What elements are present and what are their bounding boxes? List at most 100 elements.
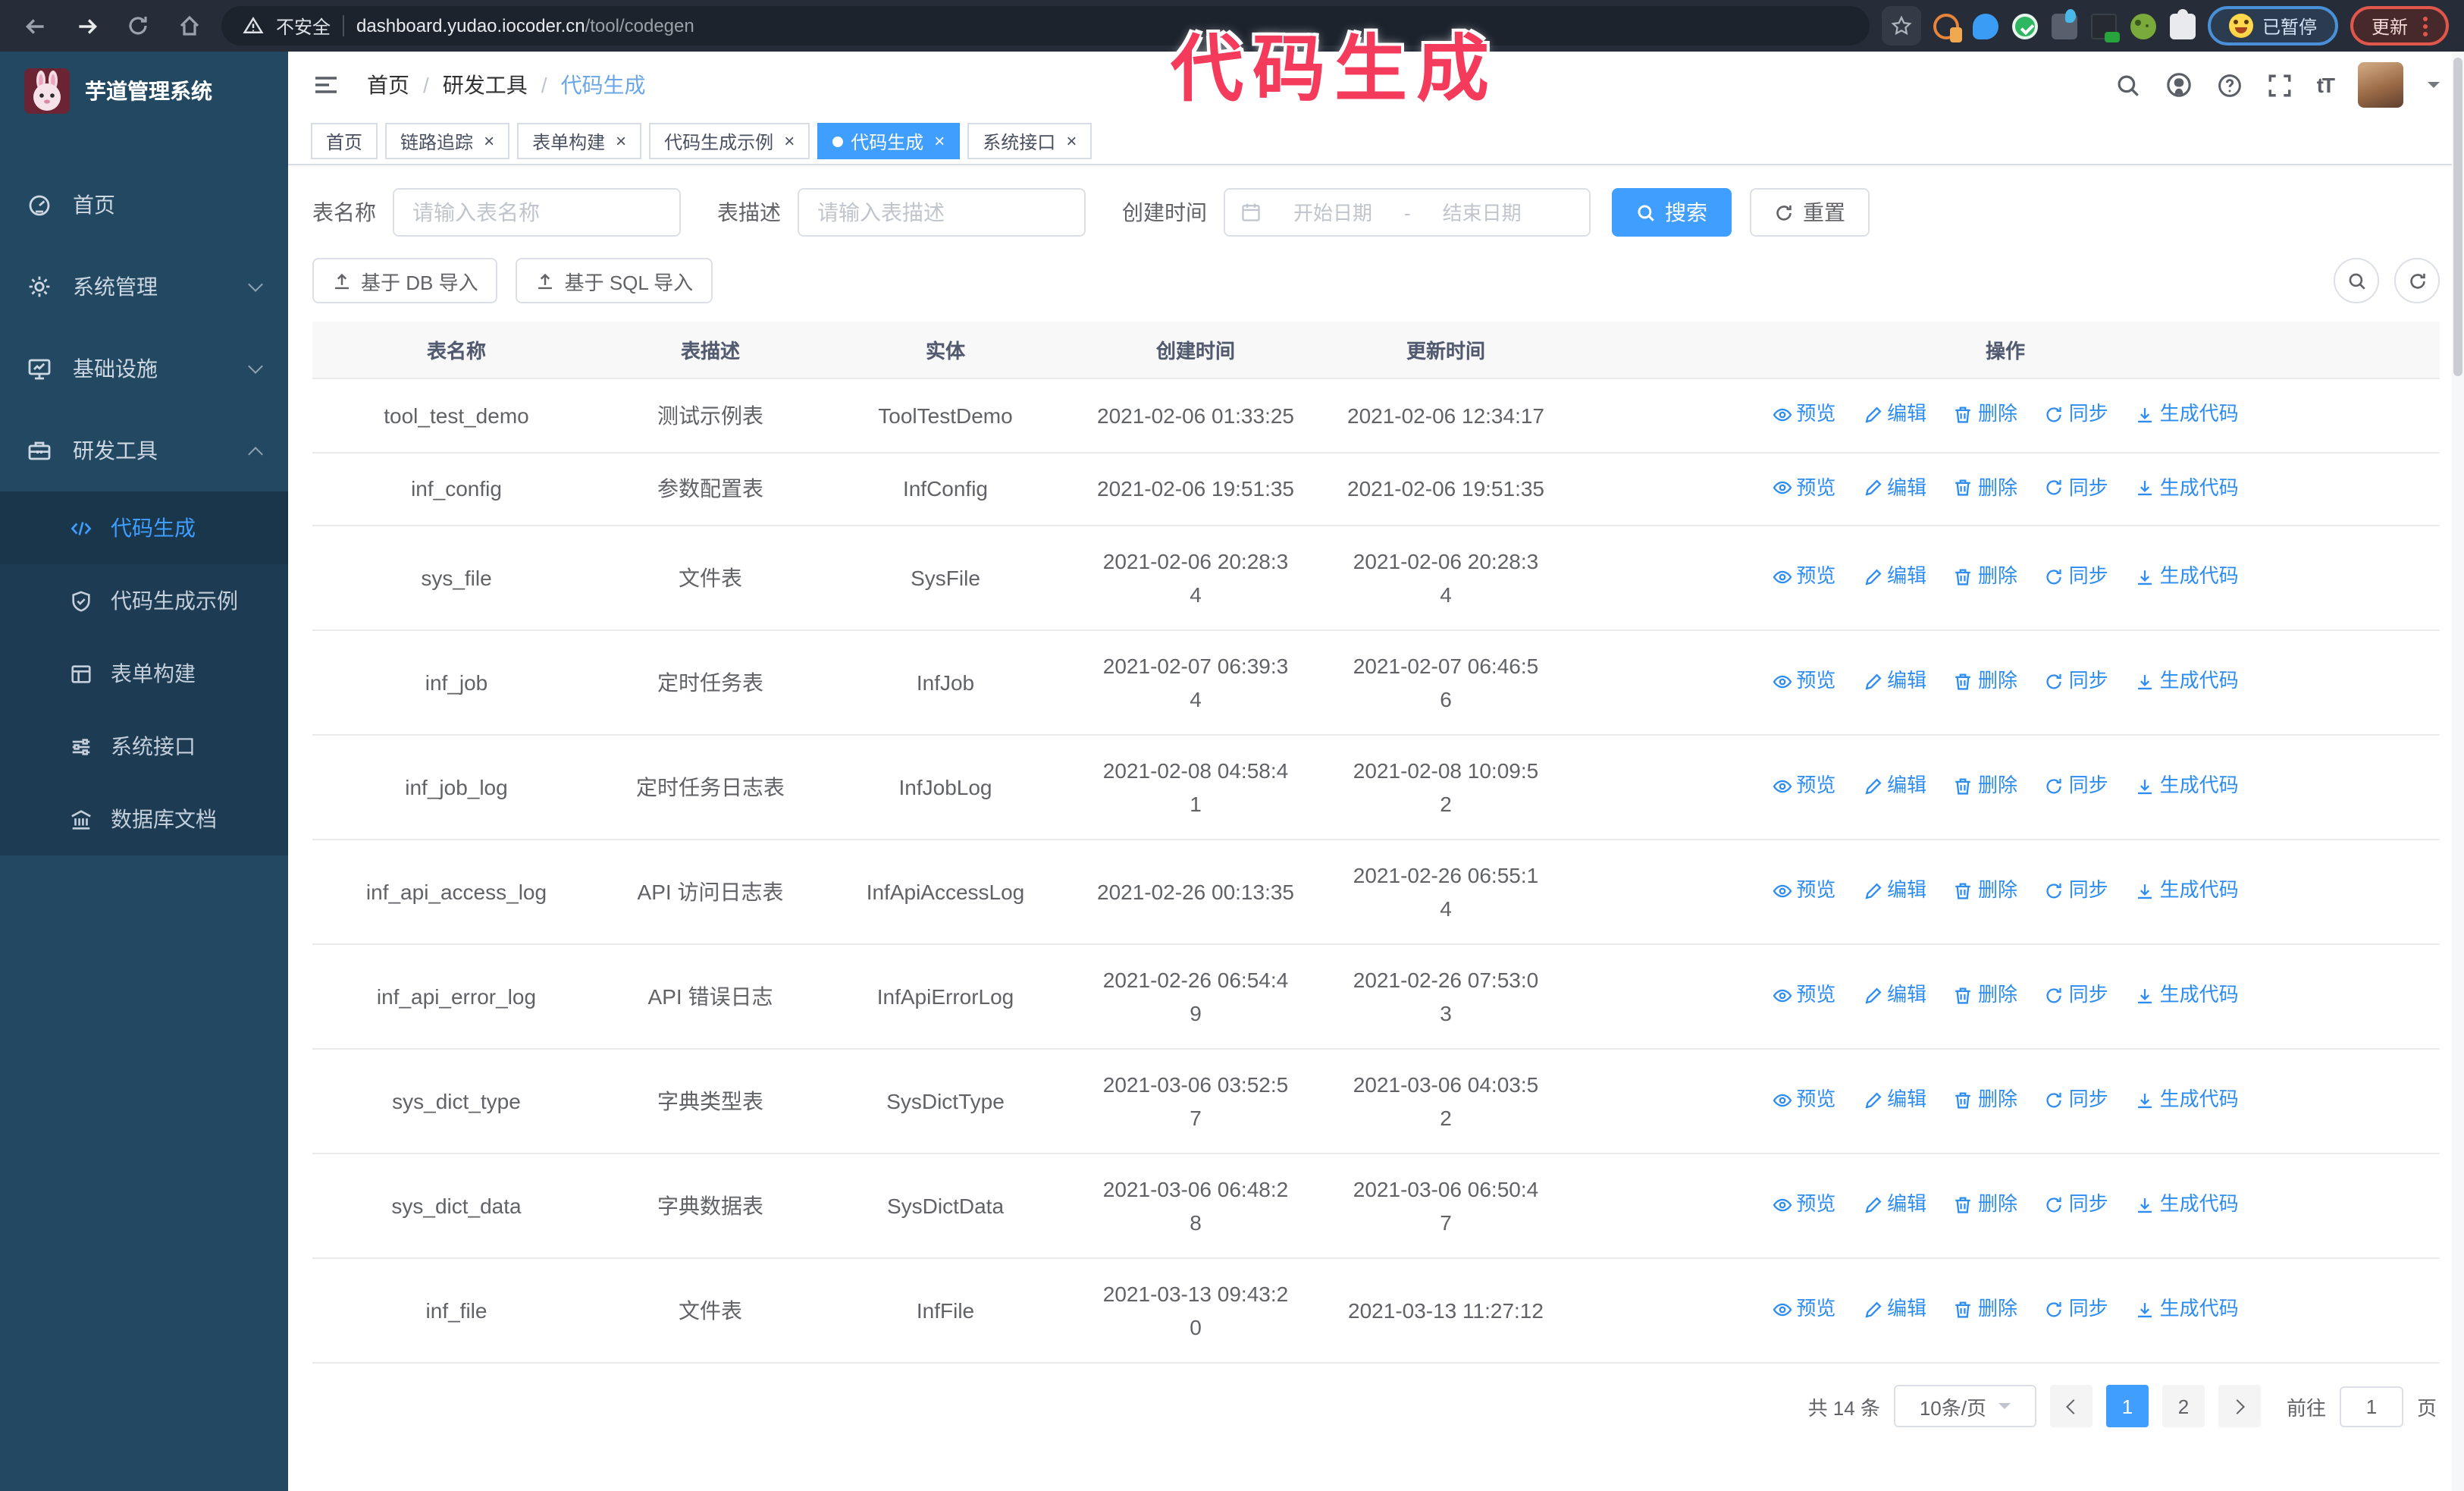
reset-button[interactable]: 重置 <box>1750 188 1870 237</box>
preview-link[interactable]: 预览 <box>1772 1084 1835 1117</box>
sync-link[interactable]: 同步 <box>2045 397 2108 431</box>
generate-code-link[interactable]: 生成代码 <box>2136 1293 2239 1326</box>
browser-reload-icon[interactable] <box>118 6 158 46</box>
generate-code-link[interactable]: 生成代码 <box>2136 1084 2239 1117</box>
generate-code-link[interactable]: 生成代码 <box>2136 397 2239 431</box>
next-page-button[interactable] <box>2218 1385 2261 1427</box>
sync-link[interactable]: 同步 <box>2045 874 2108 908</box>
close-icon[interactable] <box>934 132 945 150</box>
sync-link[interactable]: 同步 <box>2045 1293 2108 1326</box>
edit-link[interactable]: 编辑 <box>1863 560 1926 594</box>
table-name-input[interactable] <box>393 188 681 237</box>
page-button-1[interactable]: 1 <box>2105 1385 2149 1427</box>
tab-codegen-example[interactable]: 代码生成示例 <box>649 123 810 159</box>
avatar[interactable] <box>2358 62 2403 108</box>
preview-link[interactable]: 预览 <box>1772 979 1835 1012</box>
sidebar-logo-row[interactable]: 芋道管理系统 <box>0 52 288 130</box>
address-bar[interactable]: 不安全 dashboard.yudao.iocoder.cn/tool/code… <box>221 6 1870 46</box>
delete-link[interactable]: 删除 <box>1954 471 2017 504</box>
sync-link[interactable]: 同步 <box>2045 979 2108 1012</box>
sync-link[interactable]: 同步 <box>2045 471 2108 504</box>
import-sql-button[interactable]: 基于 SQL 导入 <box>516 258 713 303</box>
edit-link[interactable]: 编辑 <box>1863 471 1926 504</box>
end-date-input[interactable] <box>1419 201 1544 224</box>
sidebar-item-infra[interactable]: 基础设施 <box>0 328 288 410</box>
tab-home[interactable]: 首页 <box>311 123 378 159</box>
edit-link[interactable]: 编辑 <box>1863 1084 1926 1117</box>
sync-link[interactable]: 同步 <box>2045 770 2108 803</box>
github-icon[interactable] <box>2165 71 2193 99</box>
font-size-icon[interactable]: tT <box>2317 73 2335 97</box>
edit-link[interactable]: 编辑 <box>1863 1293 1926 1326</box>
generate-code-link[interactable]: 生成代码 <box>2136 560 2239 594</box>
paused-badge[interactable]: 已暂停 <box>2207 6 2338 46</box>
extension-on-badge-icon[interactable] <box>2090 13 2120 42</box>
browser-update-button[interactable]: 更新 <box>2350 6 2449 46</box>
close-icon[interactable] <box>616 132 626 150</box>
page-button-2[interactable]: 2 <box>2161 1385 2205 1427</box>
preview-link[interactable]: 预览 <box>1772 665 1835 698</box>
edit-link[interactable]: 编辑 <box>1863 770 1926 803</box>
generate-code-link[interactable]: 生成代码 <box>2136 471 2239 504</box>
preview-link[interactable]: 预览 <box>1772 770 1835 803</box>
preview-link[interactable]: 预览 <box>1772 1188 1835 1222</box>
edit-link[interactable]: 编辑 <box>1863 665 1926 698</box>
delete-link[interactable]: 删除 <box>1954 1293 2017 1326</box>
delete-link[interactable]: 删除 <box>1954 1188 2017 1222</box>
preview-link[interactable]: 预览 <box>1772 471 1835 504</box>
browser-home-icon[interactable] <box>170 6 209 46</box>
delete-link[interactable]: 删除 <box>1954 770 2017 803</box>
generate-code-link[interactable]: 生成代码 <box>2136 665 2239 698</box>
delete-link[interactable]: 删除 <box>1954 665 2017 698</box>
import-db-button[interactable]: 基于 DB 导入 <box>312 258 498 303</box>
scrollbar-thumb[interactable] <box>2453 58 2462 376</box>
page-scrollbar[interactable] <box>2452 52 2464 1491</box>
sync-link[interactable]: 同步 <box>2045 665 2108 698</box>
sidebar-item-system[interactable]: 系统管理 <box>0 246 288 328</box>
delete-link[interactable]: 删除 <box>1954 397 2017 431</box>
extension-orange-icon[interactable] <box>1933 13 1962 42</box>
sidebar-item-form-builder[interactable]: 表单构建 <box>0 637 288 710</box>
sidebar-item-devtools[interactable]: 研发工具 <box>0 410 288 491</box>
sync-link[interactable]: 同步 <box>2045 1084 2108 1117</box>
breadcrumb-home[interactable]: 首页 <box>367 70 409 100</box>
tab-tracing[interactable]: 链路追踪 <box>385 123 510 159</box>
goto-page-input[interactable] <box>2339 1386 2403 1427</box>
sidebar-item-codegen-example[interactable]: 代码生成示例 <box>0 564 288 637</box>
edit-link[interactable]: 编辑 <box>1863 397 1926 431</box>
generate-code-link[interactable]: 生成代码 <box>2136 770 2239 803</box>
search-icon[interactable] <box>2115 72 2141 98</box>
delete-link[interactable]: 删除 <box>1954 560 2017 594</box>
help-icon[interactable] <box>2217 72 2243 98</box>
hamburger-icon[interactable] <box>312 71 340 99</box>
delete-link[interactable]: 删除 <box>1954 1084 2017 1117</box>
prev-page-button[interactable] <box>2049 1385 2093 1427</box>
extensions-puzzle-icon[interactable] <box>2169 8 2196 39</box>
browser-forward-icon[interactable] <box>67 6 106 46</box>
refresh-table-button[interactable] <box>2394 258 2440 303</box>
preview-link[interactable]: 预览 <box>1772 397 1835 431</box>
preview-link[interactable]: 预览 <box>1772 874 1835 908</box>
sidebar-item-codegen[interactable]: 代码生成 <box>0 491 288 564</box>
browser-menu-kebab-icon[interactable] <box>2423 16 2428 36</box>
tab-system-api[interactable]: 系统接口 <box>967 123 1092 159</box>
sync-link[interactable]: 同步 <box>2045 560 2108 594</box>
start-date-input[interactable] <box>1271 201 1395 224</box>
delete-link[interactable]: 删除 <box>1954 979 2017 1012</box>
delete-link[interactable]: 删除 <box>1954 874 2017 908</box>
sidebar-item-home[interactable]: 首页 <box>0 164 288 246</box>
generate-code-link[interactable]: 生成代码 <box>2136 1188 2239 1222</box>
sync-link[interactable]: 同步 <box>2045 1188 2108 1222</box>
avatar-caret-icon[interactable] <box>2428 82 2440 94</box>
tab-codegen[interactable]: 代码生成 <box>817 123 961 159</box>
tab-form-builder[interactable]: 表单构建 <box>517 123 642 159</box>
preview-link[interactable]: 预览 <box>1772 1293 1835 1326</box>
extension-blue-drop-icon[interactable] <box>1972 13 1998 39</box>
page-size-select[interactable]: 10条/页 <box>1893 1385 2036 1427</box>
edit-link[interactable]: 编辑 <box>1863 979 1926 1012</box>
preview-link[interactable]: 预览 <box>1772 560 1835 594</box>
toggle-search-button[interactable] <box>2334 258 2379 303</box>
generate-code-link[interactable]: 生成代码 <box>2136 979 2239 1012</box>
generate-code-link[interactable]: 生成代码 <box>2136 874 2239 908</box>
fullscreen-icon[interactable] <box>2267 72 2293 98</box>
